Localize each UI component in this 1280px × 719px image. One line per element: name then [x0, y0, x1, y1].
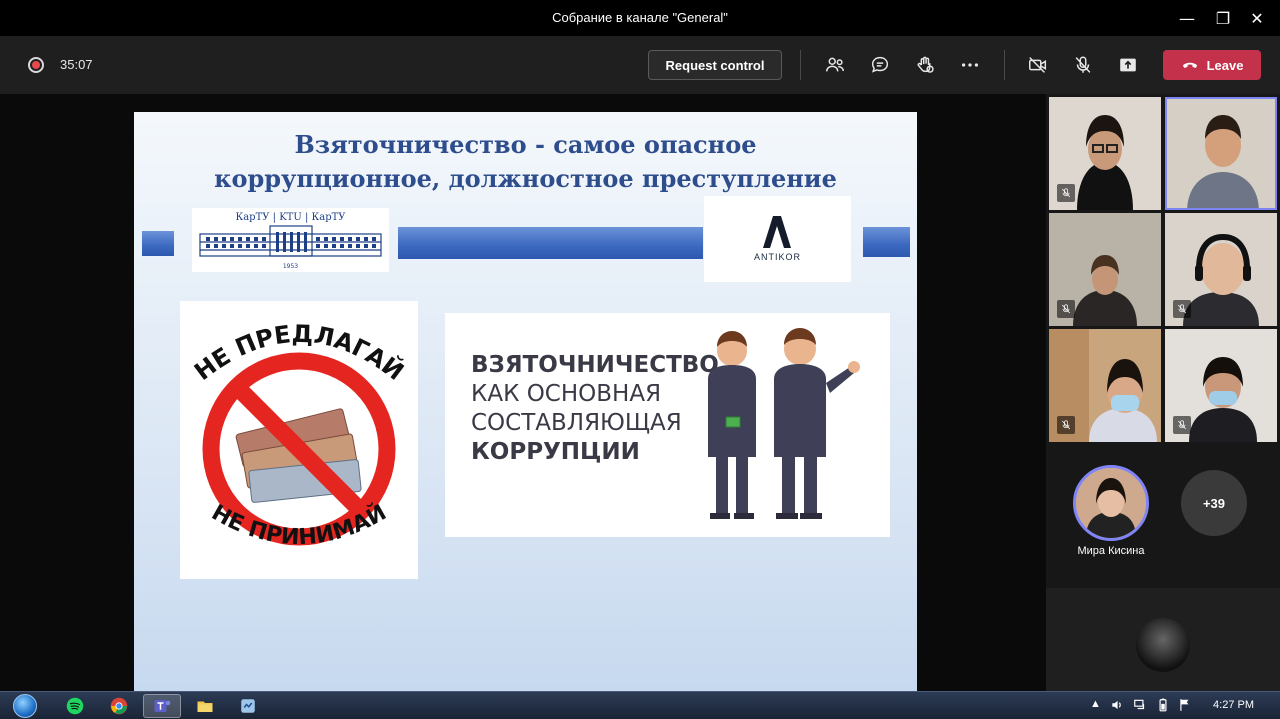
- taskbar-app-other[interactable]: [229, 694, 267, 718]
- poster-line-3: СОСТАВЛЯЮЩАЯ: [471, 410, 682, 436]
- self-view-tile[interactable]: [1046, 588, 1280, 691]
- volume-icon: [1112, 700, 1121, 710]
- antikor-logo: ANTIKOR: [704, 196, 851, 282]
- app-icon: [241, 699, 255, 713]
- video-tile-active-speaker[interactable]: [1165, 97, 1277, 210]
- mic-off-icon: [1177, 304, 1187, 314]
- os-taskbar: ▲ 4:27 PM: [0, 691, 1280, 719]
- window-title: Собрание в канале "General": [552, 10, 728, 25]
- video-tile[interactable]: [1049, 329, 1161, 442]
- decorative-band-left: [142, 231, 174, 256]
- businessman-right-icon: [774, 328, 860, 519]
- tray-flag-icon[interactable]: [1178, 698, 1192, 715]
- folder-icon: [197, 701, 213, 712]
- kartu-logo: КарТУ | KTU | КарТУ 1953: [192, 208, 389, 272]
- chat-icon: [871, 56, 889, 73]
- businessman-left-icon: [708, 331, 756, 519]
- camera-off-icon: [1029, 57, 1047, 73]
- participants-panel: Мира Кисина +39: [1046, 94, 1280, 691]
- antikor-mark-icon: [763, 216, 791, 248]
- slide-title: Взяточничество - самое опасное коррупцио…: [134, 128, 917, 196]
- decorative-band-right: [863, 227, 910, 257]
- poster-line-4: КОРРУПЦИИ: [471, 439, 640, 465]
- video-tile[interactable]: [1049, 97, 1161, 210]
- kartu-logo-text: КарТУ | KTU | КарТУ: [235, 212, 346, 223]
- more-participants-button[interactable]: +39: [1181, 470, 1247, 536]
- reactions-button[interactable]: [910, 50, 940, 80]
- start-button[interactable]: [8, 692, 42, 719]
- chrome-icon: [110, 697, 128, 715]
- windows-logo-icon: [13, 694, 37, 718]
- request-control-button[interactable]: Request control: [648, 50, 782, 80]
- muted-indicator: [1173, 300, 1191, 318]
- action-center-flag-icon: [1180, 699, 1189, 711]
- muted-indicator: [1057, 416, 1075, 434]
- hang-up-icon: [1182, 62, 1197, 68]
- teams-icon: [154, 700, 171, 712]
- mic-off-icon: [1061, 420, 1071, 430]
- slide-title-line-2: коррупционное, должностное преступление: [214, 164, 837, 193]
- toolbar-divider: [1004, 50, 1005, 80]
- camera-toggle-button[interactable]: [1023, 50, 1053, 80]
- taskbar-app-chrome[interactable]: [100, 694, 138, 718]
- poster-line-2: КАК ОСНОВНАЯ: [471, 381, 662, 407]
- taskbar-app-spotify[interactable]: [56, 694, 94, 718]
- video-tile[interactable]: [1165, 329, 1277, 442]
- decorative-band-center: [398, 227, 703, 259]
- university-building-icon: [199, 225, 382, 257]
- featured-participant-name: Мира Кисина: [1077, 545, 1145, 557]
- share-screen-button[interactable]: [1113, 50, 1143, 80]
- video-tile[interactable]: [1165, 213, 1277, 326]
- people-icon: [826, 57, 844, 72]
- video-tile[interactable]: [1049, 213, 1161, 326]
- self-avatar: [1136, 618, 1190, 672]
- close-button[interactable]: ✕: [1234, 0, 1280, 36]
- chat-button[interactable]: [865, 50, 895, 80]
- more-icon: [961, 63, 979, 67]
- taskbar-app-teams[interactable]: [143, 694, 181, 718]
- meeting-toolbar: 35:07 Request control Leave: [0, 36, 1280, 94]
- poster-line-1: ВЗЯТОЧНИЧЕСТВО: [471, 352, 719, 378]
- toolbar-divider: [800, 50, 801, 80]
- mic-off-icon: [1177, 420, 1187, 430]
- tray-network-icon[interactable]: [1133, 698, 1147, 715]
- participants-button[interactable]: [820, 50, 850, 80]
- raise-hand-icon: [917, 56, 934, 73]
- title-bar: Собрание в канале "General" — ❐ ✕: [0, 0, 1280, 36]
- shared-screen-stage: Взяточничество - самое опасное коррупцио…: [0, 94, 1046, 691]
- leave-label: Leave: [1206, 57, 1244, 73]
- taskbar-app-explorer[interactable]: [186, 694, 224, 718]
- businessmen-illustration: [708, 328, 860, 519]
- taskbar-clock[interactable]: 4:27 PM: [1213, 699, 1254, 711]
- tray-battery-icon[interactable]: [1156, 698, 1170, 715]
- mic-off-icon: [1061, 188, 1071, 198]
- more-actions-button[interactable]: [955, 50, 985, 80]
- participant-video: [1167, 99, 1275, 208]
- muted-indicator: [1057, 184, 1075, 202]
- featured-participant-avatar[interactable]: [1073, 465, 1149, 541]
- battery-icon: [1159, 698, 1167, 712]
- muted-indicator: [1173, 416, 1191, 434]
- spotify-icon: [66, 697, 84, 715]
- mic-toggle-button[interactable]: [1068, 50, 1098, 80]
- leave-button[interactable]: Leave: [1163, 50, 1261, 80]
- mic-off-icon: [1075, 56, 1091, 73]
- slide-title-line-1: Взяточничество - самое опасное: [294, 130, 757, 159]
- tray-volume-icon[interactable]: [1110, 698, 1124, 715]
- antikor-logo-text: ANTIKOR: [753, 252, 801, 262]
- meeting-timer: 35:07: [60, 57, 93, 72]
- bribery-info-poster: ВЗЯТОЧНИЧЕСТВО КАК ОСНОВНАЯ СОСТАВЛЯЮЩАЯ…: [445, 313, 890, 537]
- network-icon: [1134, 699, 1145, 710]
- kartu-logo-year: 1953: [282, 263, 299, 270]
- presentation-slide: Взяточничество - самое опасное коррупцио…: [134, 112, 917, 691]
- tray-show-hidden-icon[interactable]: ▲: [1090, 698, 1101, 710]
- share-icon: [1120, 58, 1136, 72]
- anti-bribe-poster: НЕ ПРЕДЛАГАЙ НЕ ПРИНИМАЙ: [180, 301, 418, 579]
- recording-icon: [28, 57, 44, 73]
- muted-indicator: [1057, 300, 1075, 318]
- mic-off-icon: [1061, 304, 1071, 314]
- avatar-photo: [1076, 468, 1146, 538]
- no-bribe-sign-graphic: НЕ ПРЕДЛАГАЙ НЕ ПРИНИМАЙ: [189, 320, 409, 551]
